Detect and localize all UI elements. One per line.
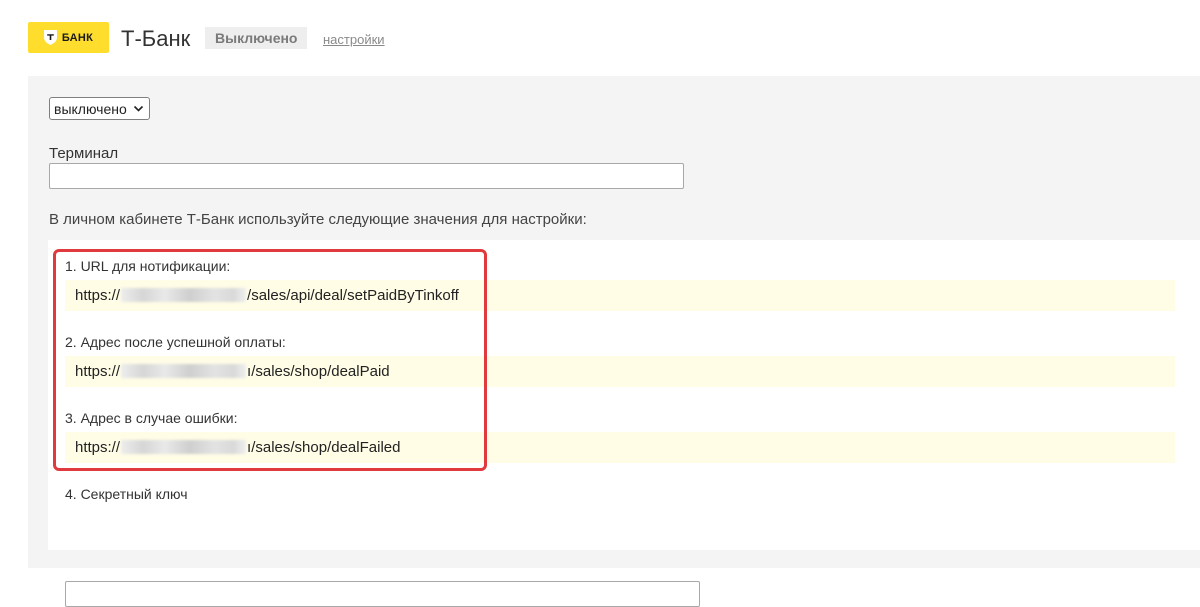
terminal-label: Терминал [49,145,119,162]
mode-select-value: выключено [54,100,127,117]
shield-icon [43,30,57,45]
tbank-logo: БАНК [28,22,109,53]
chevron-down-icon [133,105,144,112]
header: БАНК Т-Банк Выключено настройки [0,0,1200,76]
logo-text: БАНК [61,31,94,44]
status-badge: Выключено [205,27,308,49]
settings-link[interactable]: настройки [323,32,385,47]
secret-key-label: 4. Секретный ключ [65,486,188,502]
app-title: Т-Банк [121,26,191,51]
terminal-input[interactable] [49,163,684,189]
info-text: В личном кабинете Т-Банк используйте сле… [49,211,587,228]
highlight-frame [53,249,487,471]
mode-select[interactable]: выключено [49,97,150,120]
secret-key-input[interactable] [65,581,700,607]
